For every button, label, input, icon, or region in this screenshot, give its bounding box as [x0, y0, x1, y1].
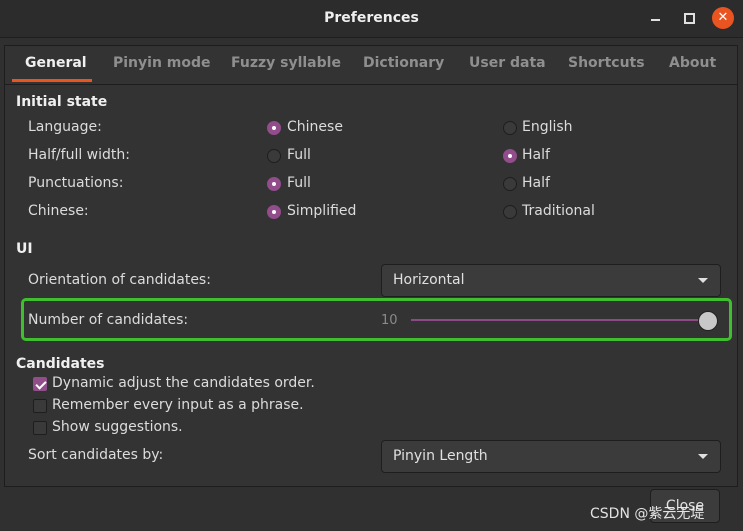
punctuations-full-label[interactable]: Full	[287, 175, 311, 191]
punctuations-full-radio[interactable]	[267, 177, 281, 191]
candidates-heading: Candidates	[16, 356, 105, 372]
title-bar: Preferences ✕	[0, 0, 743, 38]
width-full-radio[interactable]	[267, 149, 281, 163]
close-window-button[interactable]: ✕	[712, 7, 734, 29]
sort-label: Sort candidates by:	[28, 447, 164, 463]
ui-heading: UI	[16, 241, 33, 257]
chinese-label: Chinese:	[28, 203, 89, 219]
tab-pinyin-mode[interactable]: Pinyin mode	[113, 46, 211, 80]
num-candidates-value: 10	[381, 313, 398, 328]
num-candidates-slider-track[interactable]	[411, 319, 707, 321]
sort-dropdown[interactable]: Pinyin Length	[381, 440, 721, 473]
tab-about[interactable]: About	[669, 46, 716, 80]
punctuations-half-radio[interactable]	[503, 177, 517, 191]
tab-general[interactable]: General	[25, 46, 87, 80]
language-chinese-radio[interactable]	[267, 121, 281, 135]
orientation-value: Horizontal	[393, 272, 465, 288]
show-suggestions-label[interactable]: Show suggestions.	[52, 419, 183, 435]
tab-dictionary[interactable]: Dictionary	[363, 46, 444, 80]
orientation-label: Orientation of candidates:	[28, 272, 211, 288]
tab-fuzzy-syllable[interactable]: Fuzzy syllable	[231, 46, 341, 80]
width-full-label[interactable]: Full	[287, 147, 311, 163]
tab-bar: General Pinyin mode Fuzzy syllable Dicti…	[5, 46, 737, 85]
chinese-simplified-label[interactable]: Simplified	[287, 203, 356, 219]
close-icon: ✕	[717, 10, 729, 25]
chinese-simplified-radio[interactable]	[267, 205, 281, 219]
num-candidates-label: Number of candidates:	[28, 312, 189, 328]
width-half-label[interactable]: Half	[522, 147, 550, 163]
window-title: Preferences	[324, 10, 419, 26]
watermark-text: CSDN @紫云无堤	[590, 506, 705, 522]
chinese-traditional-label[interactable]: Traditional	[522, 203, 595, 219]
minimize-button[interactable]	[644, 7, 666, 29]
width-label: Half/full width:	[28, 147, 130, 163]
orientation-dropdown[interactable]: Horizontal	[381, 264, 721, 297]
num-candidates-slider-handle[interactable]	[698, 311, 718, 331]
punctuations-half-label[interactable]: Half	[522, 175, 550, 191]
tab-user-data[interactable]: User data	[469, 46, 546, 80]
chinese-traditional-radio[interactable]	[503, 205, 517, 219]
language-english-label[interactable]: English	[522, 119, 573, 135]
width-half-radio[interactable]	[503, 149, 517, 163]
language-english-radio[interactable]	[503, 121, 517, 135]
punctuations-label: Punctuations:	[28, 175, 124, 191]
maximize-icon	[683, 13, 695, 24]
language-chinese-label[interactable]: Chinese	[287, 119, 343, 135]
initial-state-heading: Initial state	[16, 94, 108, 110]
chevron-down-icon	[698, 278, 708, 283]
active-tab-indicator	[12, 79, 92, 82]
tab-shortcuts[interactable]: Shortcuts	[568, 46, 645, 80]
show-suggestions-checkbox[interactable]	[33, 421, 47, 435]
remember-input-checkbox[interactable]	[33, 399, 47, 413]
chevron-down-icon	[698, 454, 708, 459]
language-label: Language:	[28, 119, 102, 135]
dynamic-adjust-label[interactable]: Dynamic adjust the candidates order.	[52, 375, 315, 391]
dynamic-adjust-checkbox[interactable]	[33, 377, 47, 391]
minimize-icon	[650, 19, 660, 21]
remember-input-label[interactable]: Remember every input as a phrase.	[52, 397, 304, 413]
sort-value: Pinyin Length	[393, 448, 488, 464]
maximize-button[interactable]	[678, 7, 700, 29]
